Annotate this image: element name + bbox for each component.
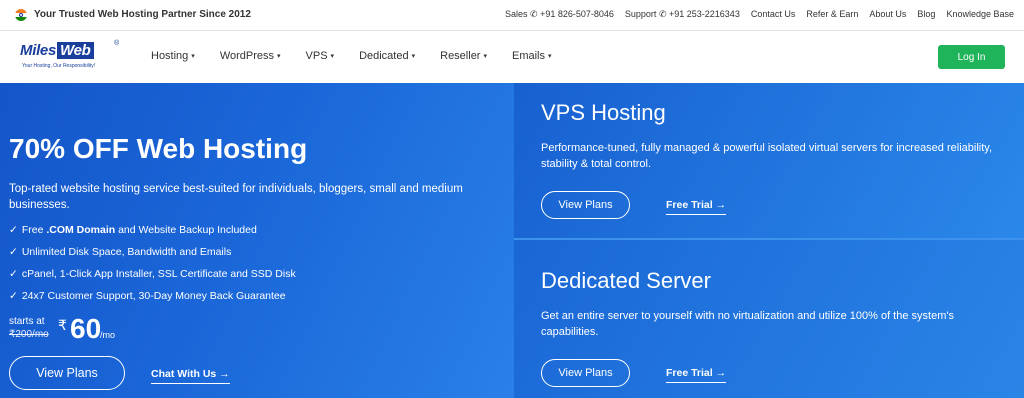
nav-item-wordpress[interactable]: WordPress ▾: [220, 50, 281, 62]
support-contact[interactable]: Support ✆ +91 253-2216343: [625, 9, 740, 20]
vps-free-trial-link[interactable]: Free Trial →: [666, 199, 727, 215]
feature-item: ✓ Unlimited Disk Space, Bandwidth and Ema…: [9, 246, 232, 258]
sales-contact[interactable]: Sales ✆ +91 826-507-8046: [505, 9, 614, 20]
link-refer-earn[interactable]: Refer & Earn: [806, 9, 858, 20]
old-price: ₹200/mo: [9, 329, 49, 340]
dedicated-description: Get an entire server to yourself with no…: [541, 310, 954, 338]
nav-menu: Hosting ▾ WordPress ▾ VPS ▾ Dedicated ▾ Rese…: [151, 50, 577, 62]
nav-item-reseller[interactable]: Reseller ▾: [440, 50, 487, 62]
check-icon: ✓: [9, 290, 18, 302]
caret-down-icon: ▾: [411, 53, 416, 61]
main-nav: Miles Web ® Your Hosting, Our Responsibil…: [0, 31, 1024, 83]
dedicated-view-plans-button[interactable]: View Plans: [541, 359, 630, 387]
link-contact-us[interactable]: Contact Us: [751, 9, 796, 20]
price-period: /mo: [100, 330, 116, 340]
tagline: Your Trusted Web Hosting Partner Since 2…: [34, 9, 251, 20]
nav-item-dedicated[interactable]: Dedicated ▾: [359, 50, 415, 62]
nav-item-hosting[interactable]: Hosting ▾: [151, 50, 195, 62]
nav-item-emails[interactable]: Emails ▾: [512, 50, 552, 62]
vps-title: VPS Hosting: [541, 100, 666, 125]
check-icon: ✓: [9, 246, 18, 258]
currency-symbol: ₹: [58, 317, 67, 333]
caret-down-icon: ▾: [483, 53, 487, 61]
dedicated-title: Dedicated Server: [541, 268, 711, 293]
vps-hosting-panel: VPS Hosting Performance-tuned, fully man…: [514, 83, 1024, 240]
top-utility-bar: Your Trusted Web Hosting Partner Since 2…: [0, 0, 1024, 31]
vps-description: Performance-tuned, fully managed & power…: [541, 142, 993, 170]
view-plans-button[interactable]: View Plans: [9, 356, 125, 390]
caret-down-icon: ▾: [330, 53, 335, 61]
india-flag-icon: [15, 9, 27, 21]
vps-view-plans-button[interactable]: View Plans: [541, 191, 630, 219]
caret-down-icon: ▾: [191, 53, 195, 61]
hero-description: Top-rated website hosting service best-s…: [9, 183, 463, 211]
top-links: Sales ✆ +91 826-507-8046 Support ✆ +91 2…: [505, 9, 1014, 20]
chat-with-us-link[interactable]: Chat With Us →: [151, 368, 230, 384]
logo[interactable]: Miles Web ® Your Hosting, Our Responsibil…: [20, 40, 120, 74]
dedicated-server-panel: Dedicated Server Get an entire server to…: [514, 240, 1024, 398]
check-icon: ✓: [9, 224, 18, 236]
nav-item-vps[interactable]: VPS ▾: [306, 50, 335, 62]
feature-item: ✓ 24x7 Customer Support, 30-Day Money Bac…: [9, 290, 286, 302]
caret-down-icon: ▾: [548, 53, 552, 61]
caret-down-icon: ▾: [277, 53, 281, 61]
link-about-us[interactable]: About Us: [869, 9, 906, 20]
login-button[interactable]: Log In: [938, 45, 1005, 69]
phone-icon: ✆: [658, 9, 667, 19]
hero-title: 70% OFF Web Hosting: [9, 133, 308, 164]
phone-icon: ✆: [530, 9, 538, 19]
dedicated-free-trial-link[interactable]: Free Trial →: [666, 367, 727, 383]
starts-at-label: starts at: [9, 316, 45, 327]
link-blog[interactable]: Blog: [917, 9, 935, 20]
check-icon: ✓: [9, 268, 18, 280]
hero-web-hosting: 70% OFF Web Hosting Top-rated website ho…: [0, 83, 514, 398]
feature-item: ✓ Free .COM Domain and Website Backup Inc…: [9, 224, 257, 236]
price-value: 60: [70, 313, 102, 344]
link-knowledge-base[interactable]: Knowledge Base: [946, 9, 1014, 20]
feature-item: ✓ cPanel, 1-Click App Installer, SSL Cert…: [9, 268, 296, 280]
